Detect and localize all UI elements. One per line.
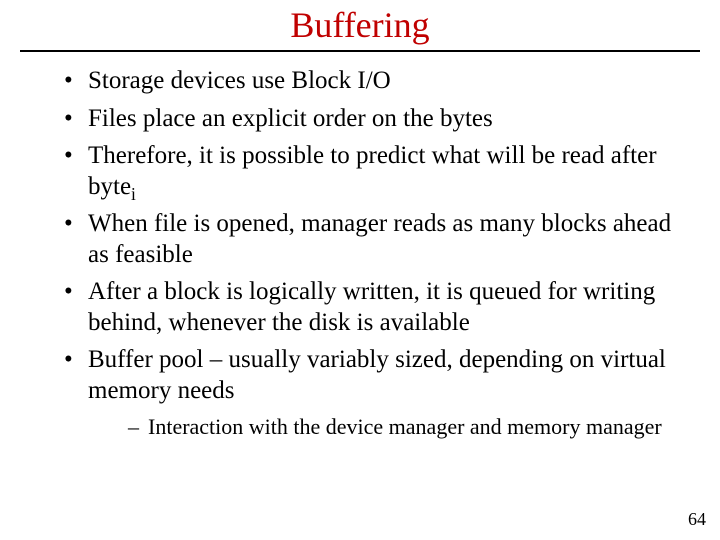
bullet-text: When file is opened, manager reads as ma… — [88, 210, 671, 268]
list-item: Files place an explicit order on the byt… — [68, 104, 686, 135]
bullet-text: After a block is logically written, it i… — [88, 278, 655, 336]
list-item: When file is opened, manager reads as ma… — [68, 209, 686, 270]
bullet-text: Buffer pool – usually variably sized, de… — [88, 346, 666, 404]
slide-title: Buffering — [0, 0, 720, 46]
list-item: Storage devices use Block I/O — [68, 66, 686, 97]
bullet-text: Storage devices use Block I/O — [88, 67, 391, 94]
bullet-text: Therefore, it is possible to predict wha… — [88, 142, 657, 200]
list-item: Interaction with the device manager and … — [130, 414, 686, 441]
subscript: i — [131, 184, 136, 204]
list-item: Therefore, it is possible to predict wha… — [68, 141, 686, 202]
slide: Buffering Storage devices use Block I/O … — [0, 0, 720, 540]
list-item: After a block is logically written, it i… — [68, 277, 686, 338]
list-item: Buffer pool – usually variably sized, de… — [68, 345, 686, 441]
page-number: 64 — [688, 509, 706, 530]
sub-bullet-text: Interaction with the device manager and … — [148, 414, 662, 439]
title-divider — [20, 50, 700, 52]
bullet-list: Storage devices use Block I/O Files plac… — [0, 66, 720, 441]
sub-list: Interaction with the device manager and … — [88, 414, 686, 441]
bullet-text: Files place an explicit order on the byt… — [88, 105, 493, 132]
